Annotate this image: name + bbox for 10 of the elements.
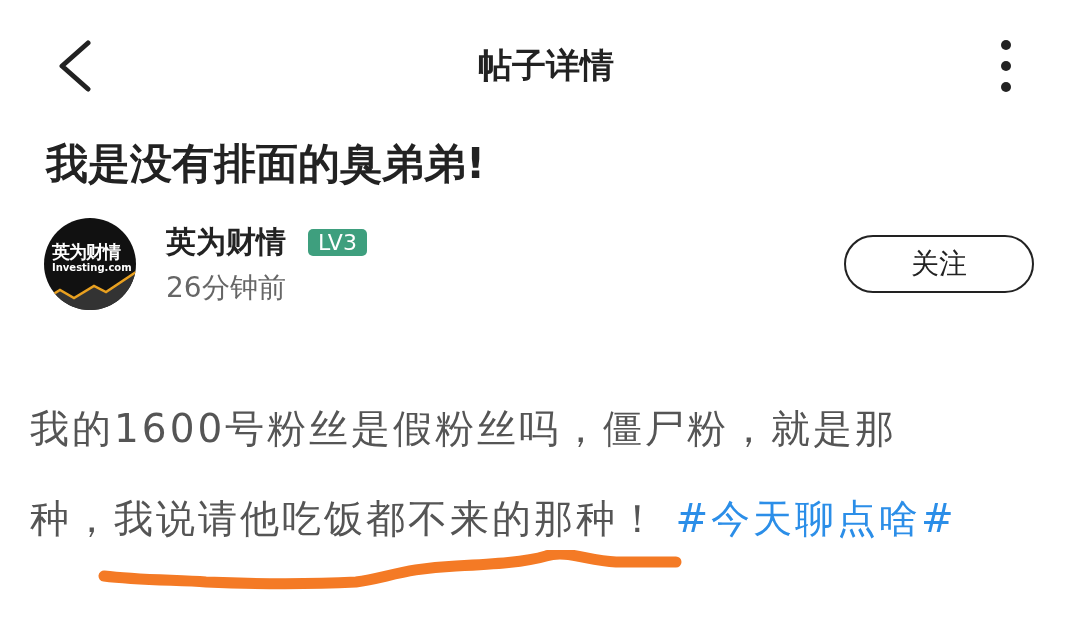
post-text: 我的1600号粉丝是假粉丝吗，僵尸粉，就是那 种，我说请他吃饭都不来的那种！ #今天聊点啥# bbox=[30, 405, 958, 543]
avatar-logo[interactable]: 英为财情 Investing.com bbox=[44, 218, 136, 310]
more-icon[interactable] bbox=[1000, 40, 1012, 92]
post-title: 我是没有排面的臭弟弟! bbox=[46, 138, 487, 190]
level-badge: LV3 bbox=[308, 228, 367, 256]
page-title: 帖子详情 bbox=[478, 44, 614, 87]
back-icon[interactable] bbox=[56, 40, 92, 92]
author-name[interactable]: 英为财情 bbox=[166, 221, 286, 263]
follow-button[interactable]: 关注 bbox=[844, 235, 1034, 293]
post-time: 26分钟前 bbox=[166, 269, 287, 306]
